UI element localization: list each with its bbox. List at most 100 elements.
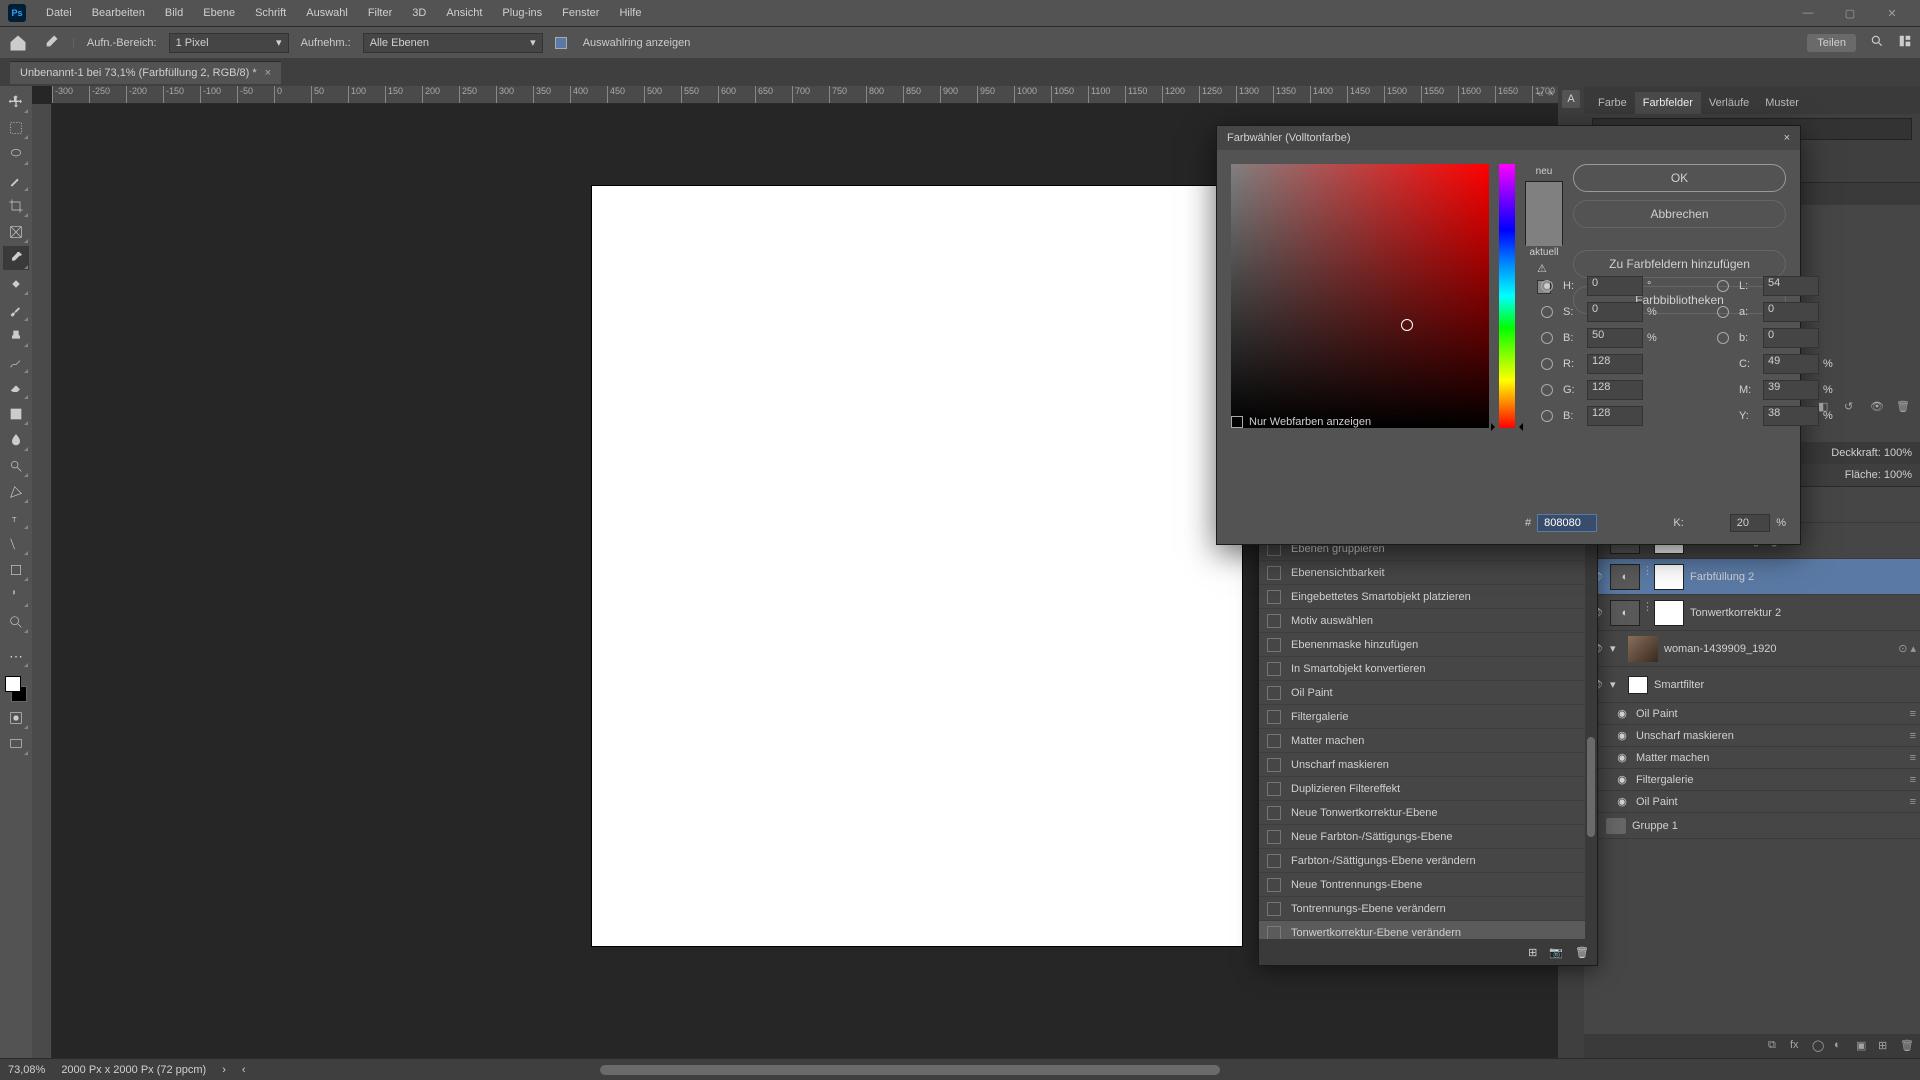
delete-layer-icon[interactable]: 🗑 [1900,1039,1914,1053]
blur-tool[interactable] [3,428,29,452]
eyedropper-icon[interactable] [40,33,60,53]
menu-ansicht[interactable]: Ansicht [436,3,492,23]
fx-settings-icon[interactable]: ≡ [1910,708,1916,720]
window-maximize[interactable]: ▢ [1830,7,1870,20]
ok-button[interactable]: OK [1573,164,1786,192]
mask-icon[interactable]: ◯ [1812,1039,1826,1053]
h-radio[interactable] [1541,280,1553,292]
menu-3d[interactable]: 3D [402,3,436,23]
layer-row[interactable]: 👁◐⋮Tonwertkorrektur 2 [1584,595,1920,631]
eraser-tool[interactable] [3,376,29,400]
visibility-icon[interactable]: 👁 [1870,400,1886,416]
menu-datei[interactable]: Datei [36,3,82,23]
move-tool[interactable] [3,90,29,114]
close-doc-icon[interactable]: × [1548,88,1554,100]
adjustment-thumbnail[interactable]: ◐ [1610,564,1640,590]
document-canvas[interactable] [592,186,1242,946]
menu-schrift[interactable]: Schrift [245,3,296,23]
layer-row[interactable]: ◉Matter machen≡ [1584,747,1920,769]
history-state[interactable]: Eingebettetes Smartobjekt platzieren [1259,585,1597,609]
lab-b-input[interactable]: 0 [1763,328,1819,348]
share-button[interactable]: Teilen [1807,34,1856,52]
layer-row[interactable]: ◉Oil Paint≡ [1584,791,1920,813]
hex-input[interactable]: 808080 [1537,514,1597,532]
sample-layers-select[interactable]: Alle Ebenen▾ [363,33,543,53]
menu-auswahl[interactable]: Auswahl [296,3,358,23]
brush-tool[interactable] [3,298,29,322]
crop-tool[interactable] [3,194,29,218]
zoom-level[interactable]: 73,08% [8,1064,45,1076]
layer-row[interactable]: ▸Gruppe 1 [1584,813,1920,839]
quickmask-toggle[interactable] [3,706,29,730]
a-input[interactable]: 0 [1763,302,1819,322]
add-swatch-button[interactable]: Zu Farbfeldern hinzufügen [1573,250,1786,278]
fx-icon[interactable]: fx [1790,1039,1804,1053]
fx-settings-icon[interactable]: ≡ [1910,730,1916,742]
dodge-tool[interactable] [3,454,29,478]
fx-settings-icon[interactable]: ≡ [1910,796,1916,808]
sv-color-field[interactable] [1231,164,1489,428]
history-state[interactable]: Tontrennungs-Ebene verändern [1259,897,1597,921]
layer-thumbnail[interactable] [1628,636,1658,662]
fx-toggle-icon[interactable]: ◉ [1614,729,1630,742]
fx-settings-icon[interactable]: ≡ [1910,774,1916,786]
g-input[interactable]: 128 [1587,380,1643,400]
tab-farbfelder[interactable]: Farbfelder [1635,92,1701,114]
history-state[interactable]: Neue Tontrennungs-Ebene [1259,873,1597,897]
menu-ebene[interactable]: Ebene [193,3,245,23]
history-brush-tool[interactable] [3,350,29,374]
fx-toggle-icon[interactable]: ◉ [1614,795,1630,808]
pen-tool[interactable] [3,480,29,504]
history-state[interactable]: Matter machen [1259,729,1597,753]
history-state[interactable]: Filtergalerie [1259,705,1597,729]
home-icon[interactable] [8,33,28,53]
adjustment-thumbnail[interactable]: ◐ [1610,600,1640,626]
dialog-close-icon[interactable]: × [1784,132,1790,144]
history-state[interactable]: Neue Farbton-/Sättigungs-Ebene [1259,825,1597,849]
document-tab[interactable]: Unbenannt-1 bei 73,1% (Farbfüllung 2, RG… [10,61,281,84]
reset-icon[interactable]: ↺ [1844,400,1860,416]
fx-toggle-icon[interactable]: ◉ [1614,707,1630,720]
color-swatches[interactable] [3,674,29,704]
history-state[interactable]: Motiv auswählen [1259,609,1597,633]
history-state[interactable]: Ebenenmaske hinzufügen [1259,633,1597,657]
horizontal-scrollbar[interactable] [600,1065,1220,1075]
h-input[interactable]: 0 [1587,276,1643,296]
sample-area-select[interactable]: 1 Pixel▾ [169,33,289,53]
c-input[interactable]: 49 [1763,354,1819,374]
frame-tool[interactable] [3,220,29,244]
zoom-tool[interactable] [3,610,29,634]
l-input[interactable]: 54 [1763,276,1819,296]
history-state[interactable]: Farbton-/Sättigungs-Ebene verändern [1259,849,1597,873]
s-input[interactable]: 0 [1587,302,1643,322]
menu-bearbeiten[interactable]: Bearbeiten [82,3,155,23]
chevron-left-icon[interactable]: ‹ [242,1064,246,1076]
tab-farbe[interactable]: Farbe [1590,92,1635,114]
history-state[interactable]: Neue Tonwertkorrektur-Ebene [1259,801,1597,825]
window-close[interactable]: ✕ [1872,7,1912,20]
r-radio[interactable] [1541,358,1553,370]
fill-value[interactable]: 100% [1884,469,1912,481]
y-input[interactable]: 38 [1763,406,1819,426]
opacity-value[interactable]: 100% [1884,447,1912,459]
adjustment-icon[interactable]: ◐ [1834,1039,1848,1053]
layer-row[interactable]: ◉Oil Paint≡ [1584,703,1920,725]
collapse-icon[interactable]: « [1537,88,1543,100]
history-state[interactable]: Tonwertkorrektur-Ebene verändern [1259,921,1597,939]
heal-tool[interactable] [3,272,29,296]
screenmode-toggle[interactable] [3,732,29,756]
new-snapshot-icon[interactable]: ⊞ [1528,946,1537,959]
fx-settings-icon[interactable]: ≡ [1910,752,1916,764]
mask-thumbnail[interactable] [1654,564,1684,590]
stamp-tool[interactable] [3,324,29,348]
history-state[interactable]: Oil Paint [1259,681,1597,705]
gamut-warning-icon[interactable]: ⚠ [1537,262,1551,276]
layer-row[interactable]: ◉Unscharf maskieren≡ [1584,725,1920,747]
k-input[interactable]: 20 [1730,514,1770,532]
shape-tool[interactable] [3,558,29,582]
workspace-icon[interactable] [1898,34,1912,51]
fx-toggle-icon[interactable]: ◉ [1614,751,1630,764]
b-radio[interactable] [1541,332,1553,344]
menu-filter[interactable]: Filter [358,3,402,23]
group-icon[interactable]: ▣ [1856,1039,1870,1053]
